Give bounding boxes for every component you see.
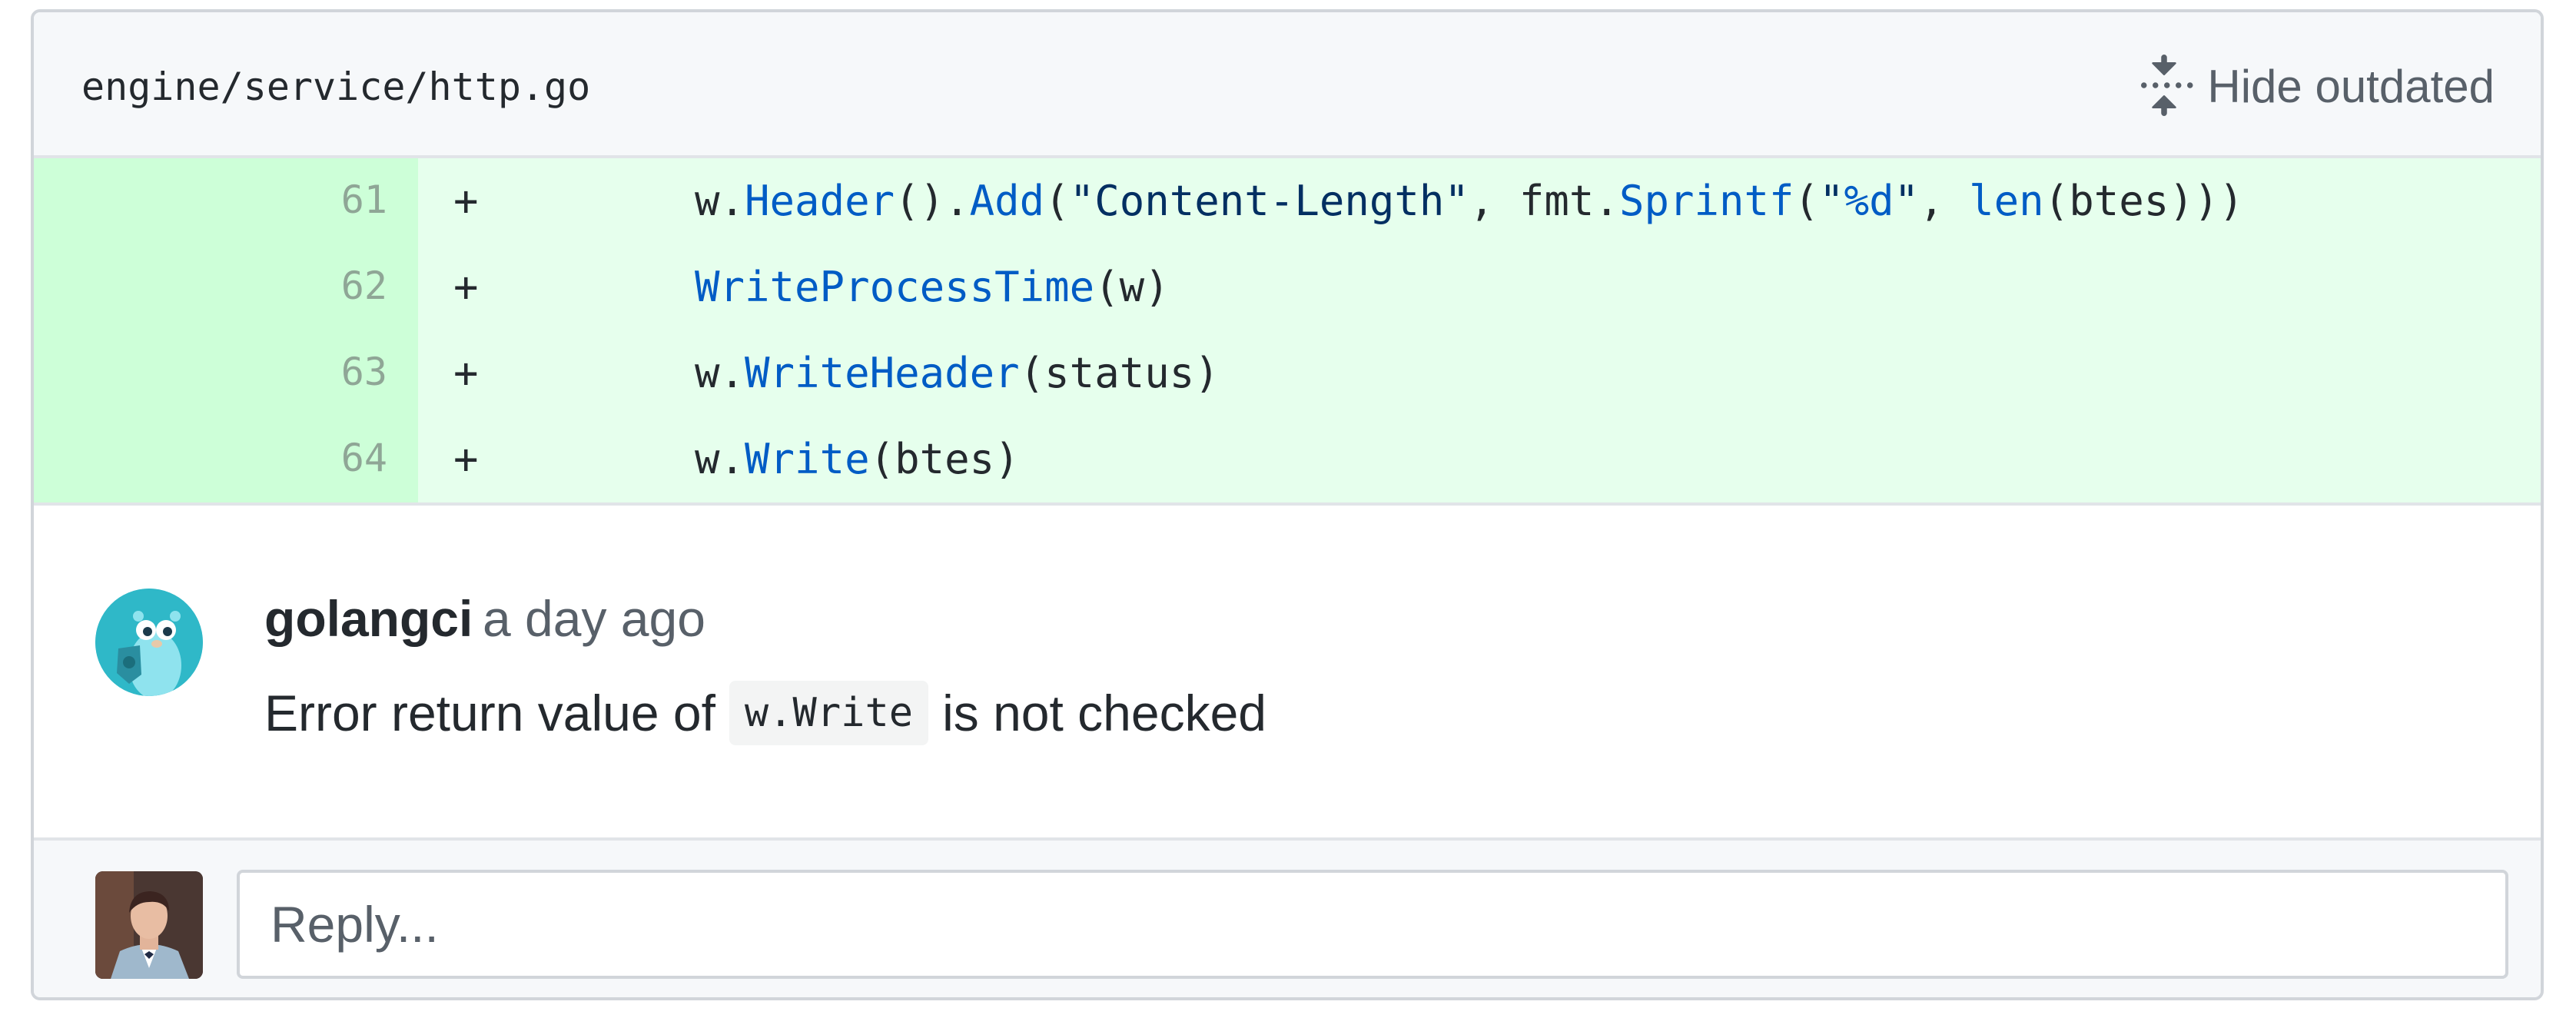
review-comment-thread: engine/service/http.go Hide outdated 61 … <box>31 9 2544 1000</box>
code-line: + w.Write(btes) <box>418 416 2541 502</box>
reply-input[interactable] <box>237 870 2508 979</box>
comment-body: Error return value of w.Write is not che… <box>264 676 1266 750</box>
comment-timestamp[interactable]: a day ago <box>483 584 705 653</box>
code-text: w.Write(btes) <box>695 435 1020 483</box>
diff-line-64: 64 + w.Write(btes) <box>34 416 2541 502</box>
code-text: w.Header().Add("Content-Length", fmt.Spr… <box>695 177 2244 225</box>
reply-bar <box>34 837 2541 997</box>
code-line: + w.WriteHeader(status) <box>418 330 2541 416</box>
code-line: + WriteProcessTime(w) <box>418 244 2541 330</box>
line-number[interactable]: 61 <box>34 158 418 244</box>
diff-line-62: 62 + WriteProcessTime(w) <box>34 244 2541 330</box>
hide-outdated-button[interactable]: Hide outdated <box>2133 52 2495 121</box>
file-path[interactable]: engine/service/http.go <box>81 60 590 114</box>
added-marker: + <box>453 349 479 397</box>
diff-hunk: 61 + w.Header().Add("Content-Length", fm… <box>34 158 2541 502</box>
line-number[interactable]: 62 <box>34 244 418 330</box>
user-photo-avatar[interactable] <box>95 871 203 979</box>
gopher-avatar[interactable] <box>95 589 203 696</box>
hide-outdated-label: Hide outdated <box>2207 61 2495 112</box>
file-header: engine/service/http.go Hide outdated <box>34 12 2541 158</box>
line-number[interactable]: 63 <box>34 330 418 416</box>
comment-text-after: is not checked <box>942 685 1266 741</box>
code-text: w.WriteHeader(status) <box>695 349 1220 397</box>
code-line: + w.Header().Add("Content-Length", fmt.S… <box>418 158 2541 244</box>
inline-code: w.Write <box>729 681 929 745</box>
diff-line-63: 63 + w.WriteHeader(status) <box>34 330 2541 416</box>
comment-text-before: Error return value of <box>264 685 715 741</box>
diff-line-61: 61 + w.Header().Add("Content-Length", fm… <box>34 158 2541 244</box>
added-marker: + <box>453 177 479 225</box>
fold-icon <box>2133 54 2207 120</box>
added-marker: + <box>453 435 479 483</box>
added-marker: + <box>453 263 479 311</box>
line-number[interactable]: 64 <box>34 416 418 502</box>
code-text: WriteProcessTime(w) <box>695 263 1170 311</box>
comment: golangci a day ago Error return value of… <box>34 506 2541 837</box>
comment-author[interactable]: golangci <box>264 584 473 653</box>
